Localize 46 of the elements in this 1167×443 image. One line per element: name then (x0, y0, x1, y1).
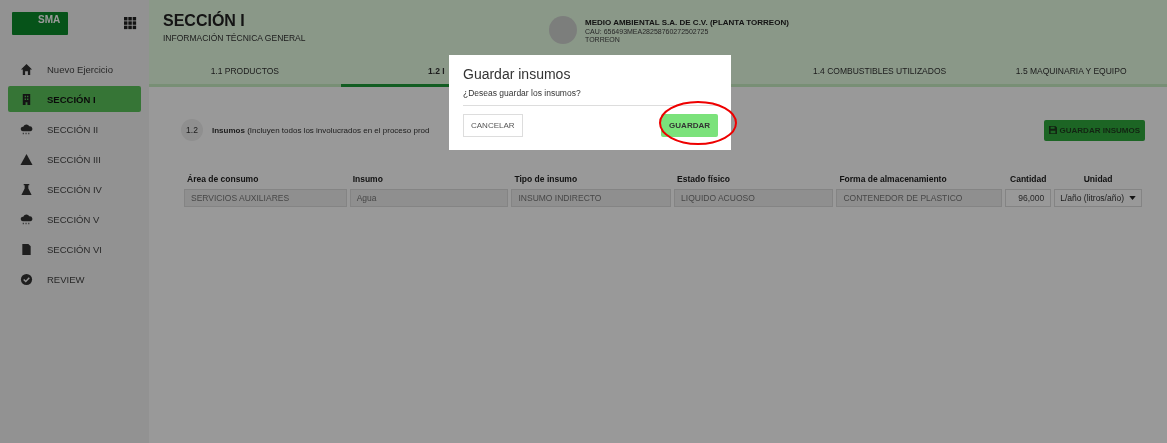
tab[interactable]: 1.4 COMBUSTIBLES UTILIZADOS (783, 58, 976, 84)
section-description: Insumos (Incluyen todos los involucrados en el proceso prod (212, 125, 430, 135)
file-icon (20, 242, 33, 256)
cloud-icon (20, 212, 33, 226)
sidebar-item[interactable]: SECCIÓN III (8, 146, 141, 172)
column-header: Tipo de insumo (513, 173, 579, 186)
sidebar-item[interactable]: SECCIÓN IV (8, 176, 141, 202)
company-name: MEDIO AMBIENTAL S.A. DE C.V. (PLANTA TORREON) (585, 17, 789, 27)
column-header: Estado físico (676, 173, 731, 186)
column-header: Cantidad (1009, 173, 1048, 186)
section-number: 1.2 (181, 119, 203, 141)
building-icon (20, 92, 33, 106)
flask-icon (20, 182, 33, 196)
unit-dropdown[interactable]: L/año (litros/año) (1054, 189, 1142, 207)
column-header: Unidad (1082, 173, 1114, 186)
sidebar-item[interactable]: SECCIÓN I (8, 86, 141, 112)
table-cell: SERVICIOS AUXILIARES (184, 189, 347, 207)
tab[interactable]: 1.1 PRODUCTOS (149, 58, 341, 84)
logo: SMA (12, 11, 69, 35)
sidebar-item[interactable]: SECCIÓN VI (8, 236, 141, 262)
sidebar-item[interactable]: SECCIÓN V (8, 206, 141, 232)
cancel-button[interactable]: CANCELAR (463, 114, 523, 137)
table-cell: INSUMO INDIRECTO (511, 189, 672, 207)
column-header: Área de consumo (186, 173, 260, 186)
quantity-field[interactable]: 96,000 (1005, 189, 1052, 207)
home-icon (20, 62, 33, 76)
apps-grid-icon[interactable] (124, 16, 137, 30)
table-cell: CONTENEDOR DE PLASTICO (836, 189, 1003, 207)
dialog-title: Guardar insumos (463, 66, 572, 82)
cloud-icon (20, 122, 33, 136)
sidebar-item[interactable]: Nuevo Ejercicio (8, 56, 141, 82)
column-header: Insumo (351, 173, 384, 186)
dialog-message: ¿Deseas guardar los insumos? (463, 88, 717, 106)
sidebar-item[interactable]: SECCIÓN II (8, 116, 141, 142)
caret-icon (1129, 196, 1136, 200)
check-icon (20, 272, 33, 286)
tab[interactable]: 1.5 MAQUINARIA Y EQUIPO (975, 58, 1167, 84)
page-subtitle: INFORMACIÓN TÉCNICA GENERAL (163, 33, 307, 43)
confirm-button[interactable]: GUARDAR (661, 114, 718, 137)
sidebar-item[interactable]: REVIEW (8, 266, 141, 292)
column-header: Forma de almacenamiento (838, 173, 948, 186)
table-cell: Agua (349, 189, 509, 207)
table-cell: LIQUIDO ACUOSO (674, 189, 834, 207)
avatar-placeholder (549, 16, 577, 44)
warning-icon (20, 152, 33, 166)
page-title: SECCIÓN I (163, 12, 246, 30)
